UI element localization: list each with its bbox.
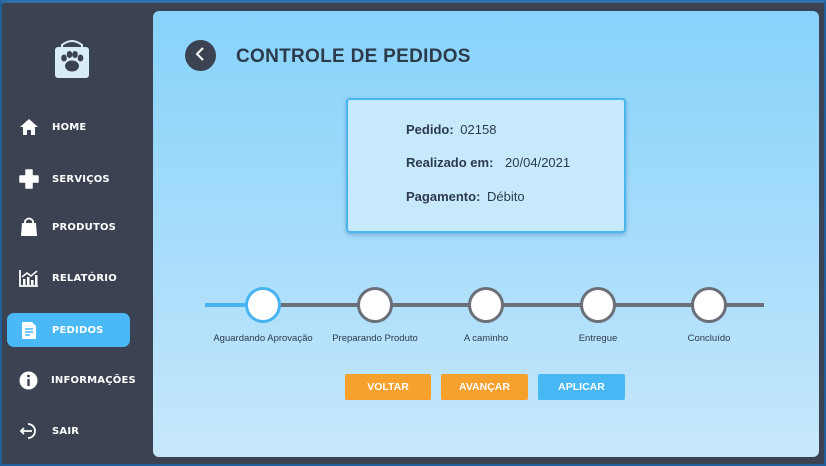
step-a-caminho[interactable] xyxy=(468,287,504,323)
step-concluido[interactable] xyxy=(691,287,727,323)
document-icon xyxy=(19,320,39,340)
voltar-button[interactable]: VOLTAR xyxy=(345,374,431,400)
sidebar: HOME SERVIÇOS PRODUTOS RELATÓRIO PEDIDOS… xyxy=(2,3,150,464)
avancar-button[interactable]: AVANÇAR xyxy=(441,374,528,400)
order-id-value: 02158 xyxy=(460,122,497,137)
order-date-value: 20/04/2021 xyxy=(505,155,571,170)
order-date-row: Realizado em: 20/04/2021 xyxy=(406,155,570,170)
chart-icon xyxy=(19,268,39,288)
order-date-label: Realizado em: xyxy=(406,155,494,170)
order-id-label: Pedido: xyxy=(406,122,454,137)
logout-icon xyxy=(19,421,39,441)
sidebar-item-informacoes[interactable]: INFORMAÇÕES xyxy=(7,363,136,397)
shopping-bag-icon xyxy=(19,217,39,237)
sidebar-item-label: PEDIDOS xyxy=(52,324,104,336)
step-label: Aguardando Aprovação xyxy=(213,333,313,344)
sidebar-item-label: SERVIÇOS xyxy=(52,173,110,185)
step-label: A caminho xyxy=(463,333,509,344)
sidebar-item-label: HOME xyxy=(52,121,87,133)
order-payment-value: Débito xyxy=(487,189,525,204)
step-aguardando-aprovacao[interactable] xyxy=(245,287,281,323)
sidebar-item-label: INFORMAÇÕES xyxy=(51,374,136,386)
page-title: CONTROLE DE PEDIDOS xyxy=(236,46,471,67)
sidebar-item-label: RELATÓRIO xyxy=(52,272,117,284)
back-button[interactable] xyxy=(185,40,216,71)
chevron-left-icon xyxy=(195,46,207,65)
order-id-row: Pedido: 02158 xyxy=(406,122,496,137)
sidebar-item-relatorio[interactable]: RELATÓRIO xyxy=(7,261,130,295)
order-info-card: Pedido: 02158 Realizado em: 20/04/2021 P… xyxy=(346,98,626,233)
sidebar-item-label: SAIR xyxy=(52,425,80,437)
order-payment-label: Pagamento: xyxy=(406,189,481,204)
step-label: Concluído xyxy=(687,333,731,344)
aplicar-button[interactable]: APLICAR xyxy=(538,374,625,400)
sidebar-item-pedidos[interactable]: PEDIDOS xyxy=(7,313,130,347)
step-entregue[interactable] xyxy=(580,287,616,323)
step-preparando-produto[interactable] xyxy=(357,287,393,323)
plus-icon xyxy=(19,169,39,189)
home-icon xyxy=(19,117,39,137)
order-payment-row: Pagamento: Débito xyxy=(406,189,525,204)
info-icon xyxy=(19,370,38,390)
sidebar-item-sair[interactable]: SAIR xyxy=(7,414,130,448)
sidebar-item-label: PRODUTOS xyxy=(52,221,117,233)
sidebar-item-home[interactable]: HOME xyxy=(7,110,130,144)
paw-bag-icon xyxy=(54,39,90,79)
main-panel: CONTROLE DE PEDIDOS Pedido: 02158 Realiz… xyxy=(153,11,819,457)
sidebar-item-servicos[interactable]: SERVIÇOS xyxy=(7,162,130,196)
sidebar-item-produtos[interactable]: PRODUTOS xyxy=(7,210,130,244)
